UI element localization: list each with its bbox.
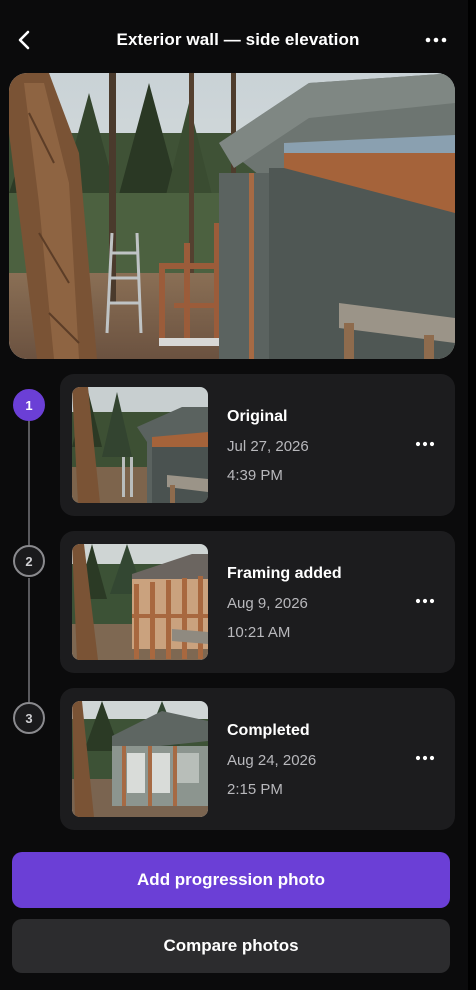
completed-shed-photo [72, 701, 208, 817]
card-thumbnail [72, 544, 208, 660]
card-more-button[interactable] [411, 587, 439, 615]
compare-photos-button[interactable]: Compare photos [12, 919, 450, 973]
header: Exterior wall — side elevation [0, 0, 476, 80]
card-time: 2:15 PM [227, 781, 283, 798]
card-more-button[interactable] [411, 430, 439, 458]
step-badge-2: 2 [13, 545, 45, 577]
card-thumbnail [72, 387, 208, 503]
hero-photo[interactable] [9, 73, 455, 359]
card-title: Completed [227, 722, 310, 739]
more-options-button[interactable] [422, 26, 450, 54]
shed-exterior-wall-completed-photo [9, 73, 455, 359]
card-title: Original [227, 408, 288, 425]
card-date: Aug 24, 2026 [227, 752, 317, 769]
card-more-button[interactable] [411, 744, 439, 772]
card-time: 10:21 AM [227, 624, 291, 641]
progress-card-original[interactable]: Original Jul 27, 2026 4:39 PM [60, 374, 455, 516]
chevron-left-icon [18, 30, 30, 50]
timeline-connector [28, 578, 30, 702]
screen-edge [468, 0, 476, 990]
card-thumbnail [72, 701, 208, 817]
more-horizontal-icon [415, 598, 435, 604]
screen: Exterior wall — side elevation 1 2 3 Ori… [0, 0, 476, 990]
add-progression-photo-button[interactable]: Add progression photo [12, 852, 450, 908]
card-time: 4:39 PM [227, 467, 283, 484]
step-badge-1: 1 [13, 389, 45, 421]
page-title: Exterior wall — side elevation [116, 30, 360, 49]
card-date: Jul 27, 2026 [227, 438, 309, 455]
card-title: Framing added [227, 565, 342, 582]
original-shed-photo [72, 387, 208, 503]
progress-card-completed[interactable]: Completed Aug 24, 2026 2:15 PM [60, 688, 455, 830]
more-horizontal-icon [415, 755, 435, 761]
progress-card-framing[interactable]: Framing added Aug 9, 2026 10:21 AM [60, 531, 455, 673]
more-horizontal-icon [425, 37, 447, 43]
framing-added-photo [72, 544, 208, 660]
card-date: Aug 9, 2026 [227, 595, 308, 612]
timeline-connector [28, 421, 30, 545]
back-button[interactable] [10, 24, 38, 56]
step-badge-3: 3 [13, 702, 45, 734]
more-horizontal-icon [415, 441, 435, 447]
